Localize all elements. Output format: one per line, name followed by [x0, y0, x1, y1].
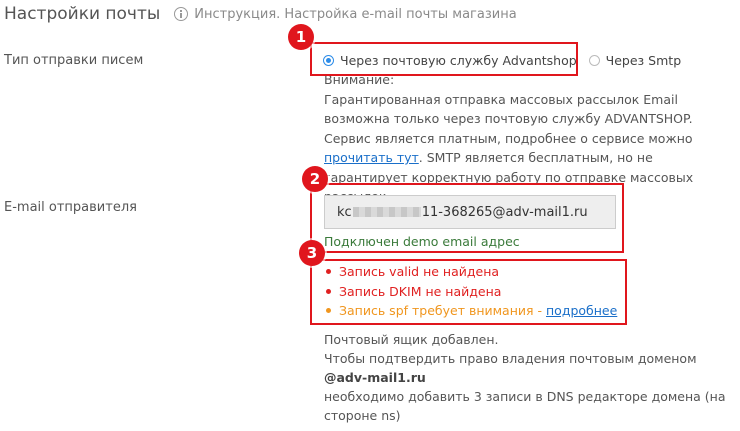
radio-smtp-label[interactable]: Через Smtp	[606, 53, 681, 68]
annotation-marker-1: 1	[288, 24, 314, 50]
annotation-box-3	[310, 259, 627, 325]
annotation-marker-2: 2	[302, 166, 328, 192]
mailbox-added-text: Почтовый ящик добавлен.	[324, 332, 499, 347]
instruction-link[interactable]: Инструкция. Настройка e-mail почты магаз…	[194, 7, 516, 22]
radio-smtp[interactable]	[588, 55, 600, 66]
annotation-box-2	[310, 183, 624, 253]
page-title: Настройки почты	[4, 4, 161, 24]
info-circle-icon[interactable]	[174, 7, 189, 21]
sender-email-label: E-mail отправителя	[4, 200, 137, 215]
mailbox-confirm-prefix: Чтобы подтвердить право владения почтовы…	[324, 351, 697, 366]
mail-settings-page: Настройки почты Инструкция. Настройка e-…	[0, 0, 740, 431]
mailbox-info: Почтовый ящик добавлен. Чтобы подтвердит…	[324, 330, 734, 425]
mailbox-confirm-text: Чтобы подтвердить право владения почтовы…	[324, 349, 734, 387]
read-more-link[interactable]: прочитать тут	[324, 150, 419, 165]
annotation-box-1	[310, 42, 578, 76]
annotation-marker-3: 3	[299, 240, 325, 266]
page-header: Настройки почты Инструкция. Настройка e-…	[4, 2, 517, 26]
mailbox-domain: @adv-mail1.ru	[324, 370, 426, 385]
mailbox-dns-text: необходимо добавить 3 записи в DNS редак…	[324, 389, 726, 423]
send-type-label: Тип отправки писем	[4, 53, 144, 68]
notice-text-before: Гарантированная отправка массовых рассыл…	[324, 91, 693, 146]
